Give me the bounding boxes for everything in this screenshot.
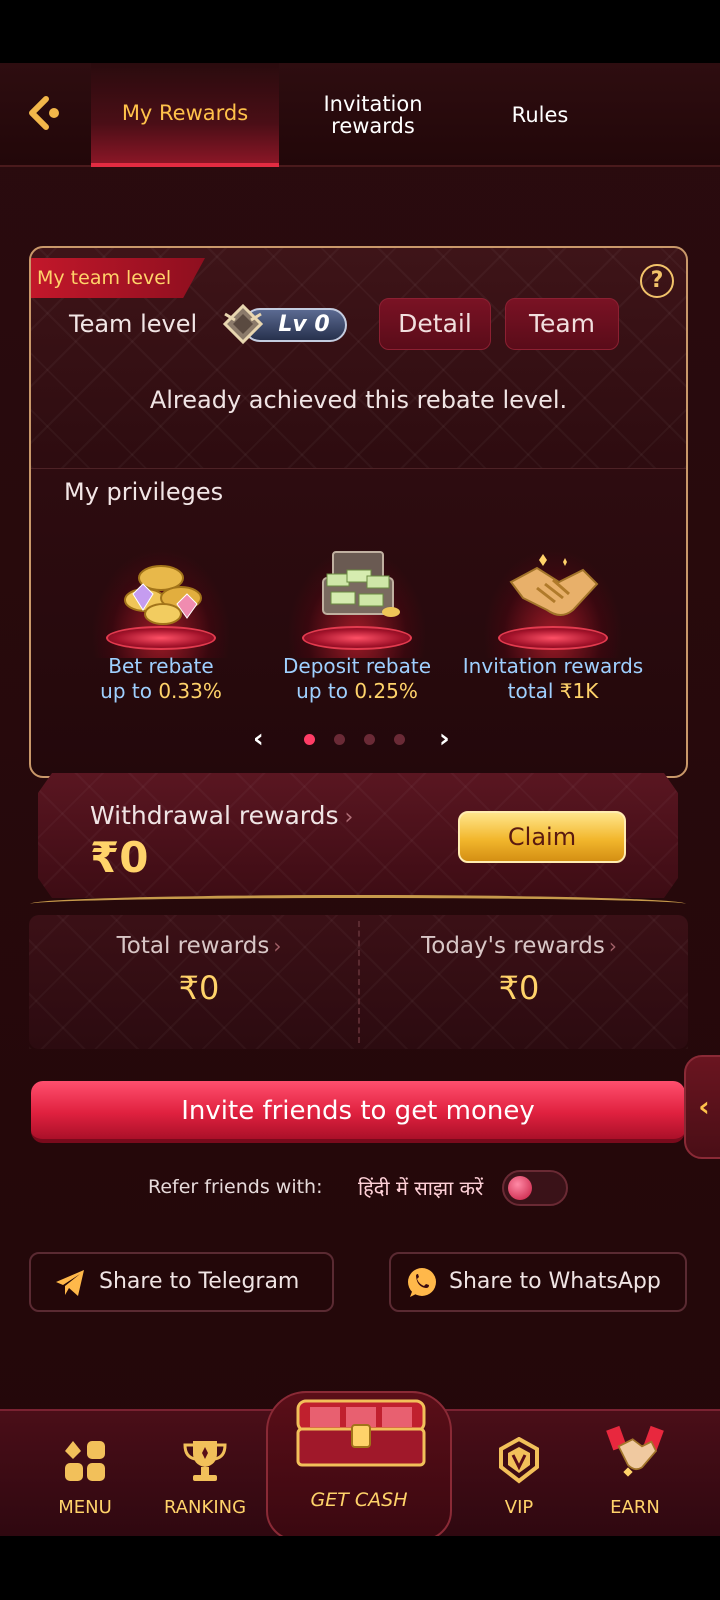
- todays-rewards[interactable]: Today's rewards › ₹0: [369, 933, 669, 1007]
- level-emblem-icon: [222, 304, 264, 344]
- privilege-deposit-rebate[interactable]: Deposit rebate up to 0.25%: [257, 538, 457, 708]
- divider: [31, 468, 686, 469]
- refer-language: हिंदी में साझा करें: [358, 1176, 484, 1200]
- coins-gems-icon: [124, 565, 202, 625]
- pager-dot[interactable]: [304, 734, 315, 745]
- nav-ranking[interactable]: RANKING: [150, 1431, 260, 1531]
- privilege-bet-rebate[interactable]: Bet rebate up to 0.33%: [61, 538, 261, 708]
- menu-grid-icon: [65, 1441, 105, 1481]
- back-button[interactable]: [26, 93, 66, 133]
- tab-rules[interactable]: Rules: [470, 63, 610, 167]
- pager-prev-icon[interactable]: ‹: [253, 724, 264, 754]
- total-rewards-value: ₹0: [178, 969, 220, 1007]
- team-level-card: My team level ? Team level Lv 0 Detail T…: [29, 246, 688, 778]
- side-drawer-tab[interactable]: ‹: [684, 1055, 720, 1159]
- money-chest-icon: [322, 551, 400, 617]
- handshake-icon: [509, 554, 599, 616]
- level-badge: Lv 0: [221, 304, 349, 344]
- nav-menu[interactable]: MENU: [30, 1431, 140, 1531]
- privileges-title: My privileges: [64, 478, 224, 506]
- refer-label: Refer friends with:: [148, 1176, 323, 1198]
- help-icon[interactable]: ?: [640, 264, 674, 298]
- tab-my-rewards[interactable]: My Rewards: [91, 63, 279, 167]
- bottom-nav: MENU RANKING GET CASH VIP EARN: [0, 1391, 720, 1541]
- privilege-name: Invitation rewards: [462, 654, 644, 678]
- nav-vip[interactable]: VIP: [464, 1431, 574, 1531]
- whatsapp-icon: [408, 1268, 436, 1297]
- share-telegram-button[interactable]: Share to Telegram: [29, 1252, 334, 1312]
- withdrawal-rewards-panel: Withdrawal rewards › ₹0 Claim: [30, 773, 686, 913]
- privilege-invitation-rewards[interactable]: Invitation rewards total ₹1K: [453, 538, 653, 708]
- detail-button[interactable]: Detail: [379, 298, 491, 350]
- privilege-value: up to 0.33%: [100, 679, 222, 703]
- treasure-chest-icon: [296, 1399, 426, 1467]
- rewards-screen: My Rewards Invitation rewards Rules My t…: [0, 63, 720, 1541]
- level-status-text: Already achieved this rebate level.: [149, 386, 568, 414]
- pager-next-icon[interactable]: ›: [439, 724, 450, 754]
- privilege-name: Bet rebate: [108, 654, 214, 678]
- privilege-value: total ₹1K: [507, 679, 599, 703]
- hindi-share-toggle[interactable]: [502, 1170, 568, 1206]
- claim-button[interactable]: Claim: [458, 811, 626, 863]
- invite-friends-button[interactable]: Invite friends to get money: [31, 1081, 685, 1143]
- refer-row: Refer friends with: हिंदी में साझा करें: [0, 1168, 720, 1208]
- withdrawal-rewards-link[interactable]: Withdrawal rewards ›: [90, 801, 353, 830]
- back-arrow-icon: [29, 96, 59, 130]
- privilege-value: up to 0.25%: [296, 679, 418, 703]
- pager-dot[interactable]: [394, 734, 405, 745]
- share-whatsapp-button[interactable]: Share to WhatsApp: [389, 1252, 687, 1312]
- header: My Rewards Invitation rewards Rules: [0, 63, 720, 167]
- team-button[interactable]: Team: [505, 298, 619, 350]
- privilege-name: Deposit rebate: [283, 654, 431, 678]
- earn-handshake-icon: [606, 1425, 664, 1477]
- withdrawal-amount: ₹0: [90, 833, 149, 882]
- pager-dot[interactable]: [364, 734, 375, 745]
- pager-dot[interactable]: [334, 734, 345, 745]
- system-nav-area: [0, 1536, 720, 1600]
- trophy-icon: [183, 1441, 227, 1481]
- team-level-label: Team level: [69, 310, 198, 338]
- nav-get-cash[interactable]: GET CASH: [266, 1391, 452, 1541]
- vip-shield-icon: [499, 1437, 539, 1484]
- total-rewards[interactable]: Total rewards › ₹0: [49, 933, 349, 1007]
- team-level-ribbon: My team level: [31, 258, 205, 298]
- rewards-summary: Total rewards › ₹0 Today's rewards › ₹0: [29, 915, 688, 1049]
- telegram-icon: [56, 1270, 84, 1296]
- privileges-pager: ‹ ›: [31, 724, 686, 754]
- tab-invitation-rewards[interactable]: Invitation rewards: [300, 63, 446, 167]
- status-bar: [0, 0, 720, 63]
- todays-rewards-value: ₹0: [498, 969, 540, 1007]
- nav-earn[interactable]: EARN: [580, 1425, 690, 1531]
